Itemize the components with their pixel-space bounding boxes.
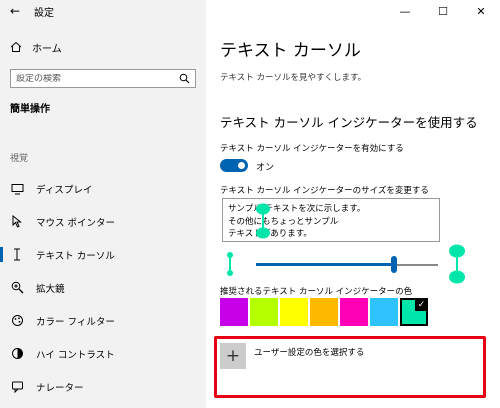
sidebar-item-text-cursor[interactable]: テキスト カーソル (0, 238, 206, 271)
size-slider[interactable] (226, 244, 478, 284)
color-swatch[interactable] (280, 298, 308, 326)
color-filter-icon (10, 314, 24, 328)
page-subtitle: テキスト カーソルを見やすくします。 (220, 73, 367, 83)
mouse-pointer-icon (10, 215, 24, 229)
home-icon (10, 41, 22, 52)
sidebar-item-high-contrast[interactable]: ハイ コントラスト (0, 337, 206, 370)
sample-text-box: サンプル テキストを次に示します。 その他にもちょっとサンプル テキストがありま… (222, 198, 440, 242)
back-button[interactable]: ← (0, 0, 30, 22)
slider-thumb[interactable] (391, 256, 398, 273)
app-title: 設定 (34, 7, 54, 19)
sidebar-item-magnifier[interactable]: 拡大鏡 (0, 271, 206, 304)
sidebar-item-label: ナレーター (36, 382, 84, 394)
color-swatch[interactable] (310, 298, 338, 326)
search-box[interactable] (10, 69, 196, 88)
minimize-button[interactable]: — (386, 0, 424, 22)
nav-list: ディスプレイ マウス ポインター テキスト カーソル 拡大鏡 カラー フィルター (0, 172, 206, 403)
custom-color-button[interactable]: + (220, 343, 246, 369)
slider-fill (256, 263, 395, 266)
sidebar-item-label: マウス ポインター (36, 217, 116, 229)
high-contrast-icon (10, 347, 24, 361)
plus-icon: + (225, 346, 241, 366)
sidebar-item-label: ディスプレイ (36, 184, 93, 196)
sidebar-item-narrator[interactable]: ナレーター (0, 370, 206, 403)
indicator-toggle[interactable] (220, 159, 248, 172)
magnifier-icon (10, 281, 24, 295)
color-swatch[interactable] (340, 298, 368, 326)
size-label: テキスト カーソル インジケーターのサイズを変更する (220, 186, 429, 196)
search-icon[interactable] (179, 73, 190, 84)
back-arrow-icon: ← (9, 4, 21, 18)
sidebar-item-color-filter[interactable]: カラー フィルター (0, 304, 206, 337)
toggle-label: テキスト カーソル インジケーターを有効にする (220, 144, 404, 154)
color-swatch[interactable] (370, 298, 398, 326)
section-title: 簡単操作 (10, 104, 50, 115)
text-cursor-icon (10, 248, 24, 262)
close-icon: ✕ (476, 4, 486, 18)
color-label: 推奨されるテキスト カーソル インジケーターの色 (220, 287, 413, 297)
cursor-indicator-icon (256, 203, 270, 239)
color-swatch[interactable]: ✓ (400, 298, 428, 326)
check-icon: ✓ (415, 298, 428, 311)
color-swatch[interactable] (220, 298, 248, 326)
window-controls: — ☐ ✕ (386, 0, 500, 22)
nav-pane: ← 設定 ホーム 簡単操作 視覚 ディスプレイ マウス ポインター (0, 0, 206, 408)
large-indicator-icon (449, 244, 465, 284)
content-pane: — ☐ ✕ テキスト カーソル テキスト カーソルを見やすくします。 テキスト … (206, 0, 500, 408)
minimize-icon: — (399, 4, 411, 18)
sidebar-item-label: 拡大鏡 (36, 283, 65, 295)
small-indicator-icon (227, 252, 233, 276)
color-swatch[interactable] (250, 298, 278, 326)
maximize-button[interactable]: ☐ (424, 0, 462, 22)
close-button[interactable]: ✕ (462, 0, 500, 22)
sidebar-item-mouse-pointer[interactable]: マウス ポインター (0, 205, 206, 238)
home-link[interactable]: ホーム (10, 38, 62, 56)
sidebar-item-display[interactable]: ディスプレイ (0, 172, 206, 205)
sidebar-item-label: テキスト カーソル (36, 250, 115, 262)
sidebar-item-label: カラー フィルター (36, 316, 115, 328)
custom-color-label[interactable]: ユーザー設定の色を選択する (254, 346, 364, 358)
color-swatches: ✓ (220, 298, 430, 326)
title-bar: ← 設定 (0, 0, 206, 22)
home-label: ホーム (32, 43, 62, 55)
page-title: テキスト カーソル (220, 41, 361, 61)
sidebar-item-label: ハイ コントラスト (36, 349, 115, 361)
indicator-heading: テキスト カーソル インジケーターを使用する (220, 115, 478, 130)
display-icon (10, 182, 24, 196)
category-label: 視覚 (10, 154, 29, 164)
narrator-icon (10, 380, 24, 394)
toggle-state: オン (256, 163, 275, 173)
search-input[interactable] (16, 73, 166, 84)
maximize-icon: ☐ (438, 4, 448, 18)
